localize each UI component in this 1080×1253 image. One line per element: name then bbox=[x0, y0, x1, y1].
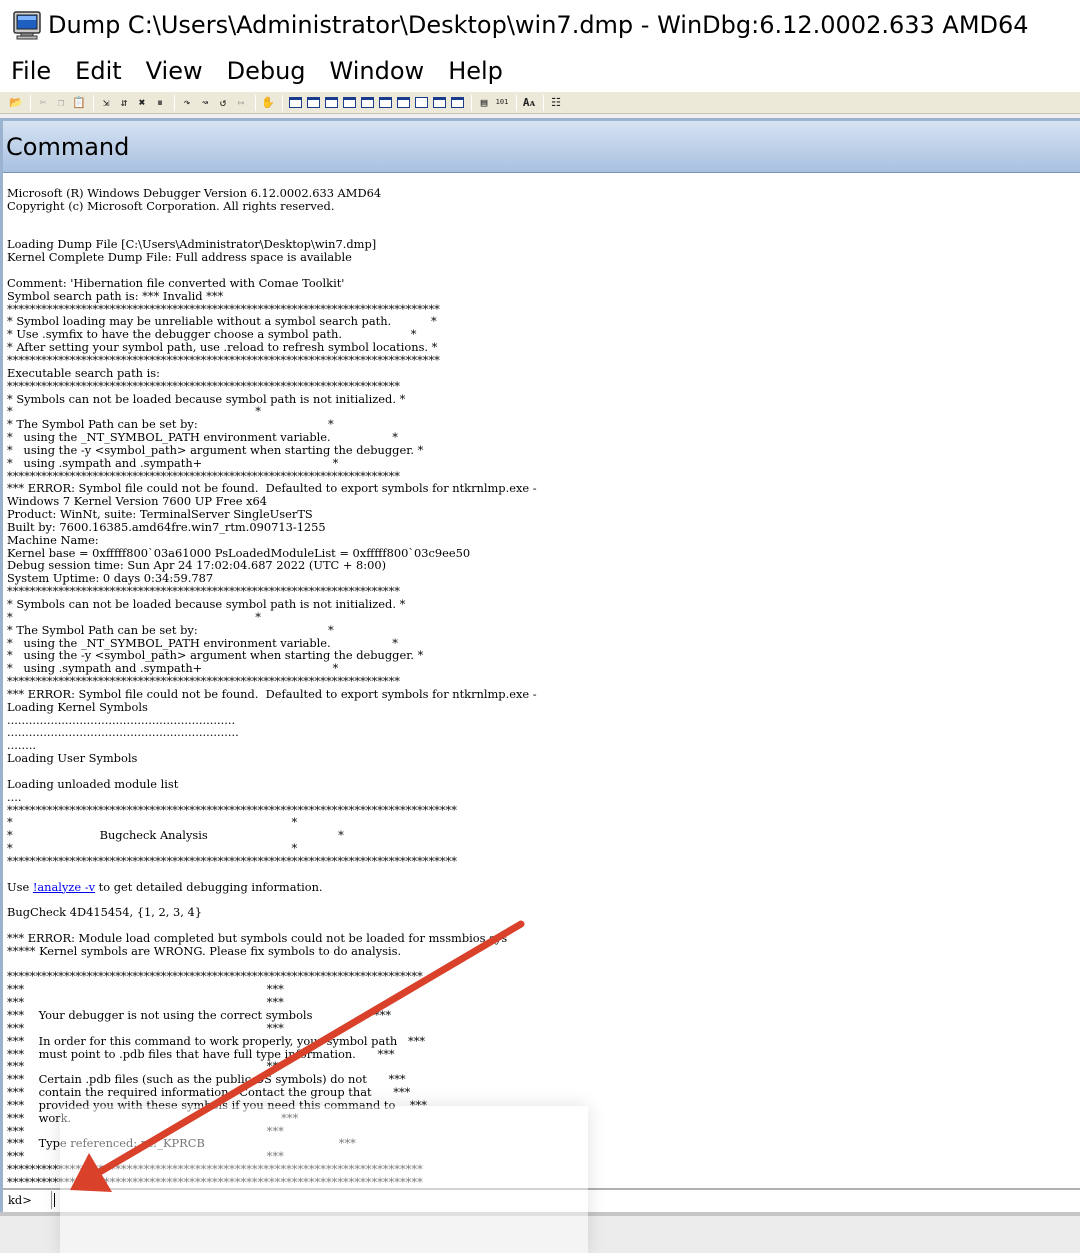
output-line: Copyright (c) Microsoft Corporation. All… bbox=[7, 198, 335, 213]
copy-icon[interactable]: ❐ bbox=[53, 95, 69, 111]
output-line: *** *** bbox=[7, 1020, 284, 1035]
open-icon[interactable]: 📂 bbox=[8, 95, 24, 111]
toolbar-separator bbox=[255, 94, 256, 111]
output-line: Use !analyze -v to get detailed debuggin… bbox=[7, 879, 323, 894]
step-into-source-icon[interactable]: ⇲ bbox=[98, 95, 114, 111]
menu-window[interactable]: Window bbox=[318, 57, 437, 85]
output-line: *** Your debugger is not using the corre… bbox=[7, 1008, 392, 1022]
output-line: Loading unloaded module list bbox=[7, 776, 179, 791]
toolbar: 📂 ✂ ❐ 📋 ⇲ ⇵ ✖ ⏸ ↷ ↝ ↺ ↦ ✋ ▤ 101 Aᴀ ☷ bbox=[0, 92, 1080, 114]
step-into-icon[interactable]: ↷ bbox=[179, 95, 195, 111]
hex-mode-icon[interactable]: 101 bbox=[494, 95, 510, 111]
toolbar-separator bbox=[516, 94, 517, 111]
font-icon[interactable]: Aᴀ bbox=[521, 95, 537, 111]
memory-window-icon[interactable] bbox=[359, 95, 375, 111]
menu-edit[interactable]: Edit bbox=[63, 57, 133, 85]
disassembly-icon[interactable] bbox=[395, 95, 411, 111]
text-caret bbox=[54, 1193, 55, 1207]
step-out-icon[interactable]: ↺ bbox=[215, 95, 231, 111]
command-window-title: Command bbox=[6, 132, 130, 161]
toolbar-separator bbox=[471, 94, 472, 111]
output-line: Kernel Complete Dump File: Full address … bbox=[7, 250, 352, 265]
output-line: Microsoft (R) Windows Debugger Version 6… bbox=[7, 187, 382, 200]
output-line: Comment: 'Hibernation file converted wit… bbox=[7, 275, 345, 290]
processes-threads-icon[interactable] bbox=[431, 95, 447, 111]
output-line: ****************************************… bbox=[7, 378, 400, 393]
output-line: ........ bbox=[7, 738, 36, 753]
command-input-bar: kd> bbox=[3, 1188, 1080, 1210]
output-line: Product: WinNt, suite: TerminalServer Si… bbox=[7, 507, 313, 522]
output-line: *** ERROR: Module load completed but sym… bbox=[7, 930, 508, 945]
output-line: * Symbols can not be loaded because symb… bbox=[7, 597, 406, 611]
run-to-cursor-icon[interactable]: ↦ bbox=[233, 95, 249, 111]
stop-debugging-icon[interactable]: ✖ bbox=[134, 95, 150, 111]
toolbar-separator bbox=[174, 94, 175, 111]
scratch-pad-icon[interactable] bbox=[413, 95, 429, 111]
hand-icon[interactable]: ✋ bbox=[260, 95, 276, 111]
output-line: Loading User Symbols bbox=[7, 751, 138, 766]
command-window-header: Command bbox=[3, 121, 1080, 173]
analyze-link[interactable]: !analyze -v bbox=[33, 880, 95, 894]
command-window-icon[interactable] bbox=[287, 95, 303, 111]
output-line: Loading Kernel Symbols bbox=[7, 699, 148, 714]
output-line: Executable search path is: bbox=[7, 365, 160, 380]
output-line: Machine Name: bbox=[7, 532, 99, 547]
command-output[interactable]: Microsoft (R) Windows Debugger Version 6… bbox=[7, 187, 1077, 1187]
menu-view[interactable]: View bbox=[134, 57, 215, 85]
output-line: * The Symbol Path can be set by: * bbox=[7, 622, 334, 637]
windbg-computer-icon[interactable] bbox=[12, 9, 44, 41]
status-bar bbox=[0, 1212, 1080, 1253]
output-line: ****************************************… bbox=[7, 352, 440, 367]
menu-debug[interactable]: Debug bbox=[215, 57, 318, 85]
cut-icon[interactable]: ✂ bbox=[35, 95, 51, 111]
output-line: *** contain the required information. Co… bbox=[7, 1085, 411, 1100]
break-icon[interactable]: ⏸ bbox=[152, 95, 168, 111]
output-line: ........................................… bbox=[7, 725, 239, 740]
output-line: Symbol search path is: *** Invalid *** bbox=[7, 288, 224, 303]
output-line: * using .sympath and .sympath+ * bbox=[7, 455, 339, 470]
watch-window-icon[interactable] bbox=[305, 95, 321, 111]
output-line: Built by: 7600.16385.amd64fre.win7_rtm.0… bbox=[7, 519, 326, 534]
toolbar-separator bbox=[30, 94, 31, 111]
kd-prompt: kd> bbox=[8, 1193, 32, 1207]
paste-icon[interactable]: 📋 bbox=[71, 95, 87, 111]
registers-window-icon[interactable] bbox=[341, 95, 357, 111]
restart-icon[interactable]: ⇵ bbox=[116, 95, 132, 111]
step-over-icon[interactable]: ↝ bbox=[197, 95, 213, 111]
output-line: BugCheck 4D415454, {1, 2, 3, 4} bbox=[7, 905, 203, 920]
title-bar: Dump C:\Users\Administrator\Desktop\win7… bbox=[0, 0, 1080, 50]
menu-bar: File Edit View Debug Window Help bbox=[0, 50, 1080, 92]
output-line: *** provided you with these symbols if y… bbox=[7, 1097, 427, 1112]
call-stack-icon[interactable] bbox=[377, 95, 393, 111]
toolbar-separator bbox=[282, 94, 283, 111]
output-line: * using the _NT_SYMBOL_PATH environment … bbox=[7, 430, 398, 445]
command-input[interactable] bbox=[51, 1191, 1080, 1209]
toolbar-separator bbox=[543, 94, 544, 111]
output-line: ***** Kernel symbols are WRONG. Please f… bbox=[7, 943, 402, 958]
output-line: *** work. *** bbox=[7, 1110, 299, 1125]
output-line: *** In order for this command to work pr… bbox=[7, 1033, 426, 1048]
output-line: * using the -y <symbol_path> argument wh… bbox=[7, 442, 424, 457]
output-line: ****************************************… bbox=[7, 1174, 423, 1187]
output-line: ****************************************… bbox=[7, 674, 400, 689]
toolbar-separator bbox=[93, 94, 94, 111]
output-line: * * bbox=[7, 609, 261, 624]
menu-help[interactable]: Help bbox=[436, 57, 515, 85]
output-line: *** ERROR: Symbol file could not be foun… bbox=[7, 686, 537, 701]
output-line: .... bbox=[7, 789, 22, 804]
source-mode-icon[interactable]: ▤ bbox=[476, 95, 492, 111]
locals-window-icon[interactable] bbox=[323, 95, 339, 111]
options-icon[interactable]: ☷ bbox=[548, 95, 564, 111]
command-window: Command Microsoft (R) Windows Debugger V… bbox=[0, 118, 1080, 1212]
menu-file[interactable]: File bbox=[0, 57, 63, 85]
output-line: * * bbox=[7, 841, 298, 856]
window-title: Dump C:\Users\Administrator\Desktop\win7… bbox=[48, 11, 1029, 39]
command-browser-icon[interactable] bbox=[449, 95, 465, 111]
output-line: ****************************************… bbox=[7, 853, 457, 868]
